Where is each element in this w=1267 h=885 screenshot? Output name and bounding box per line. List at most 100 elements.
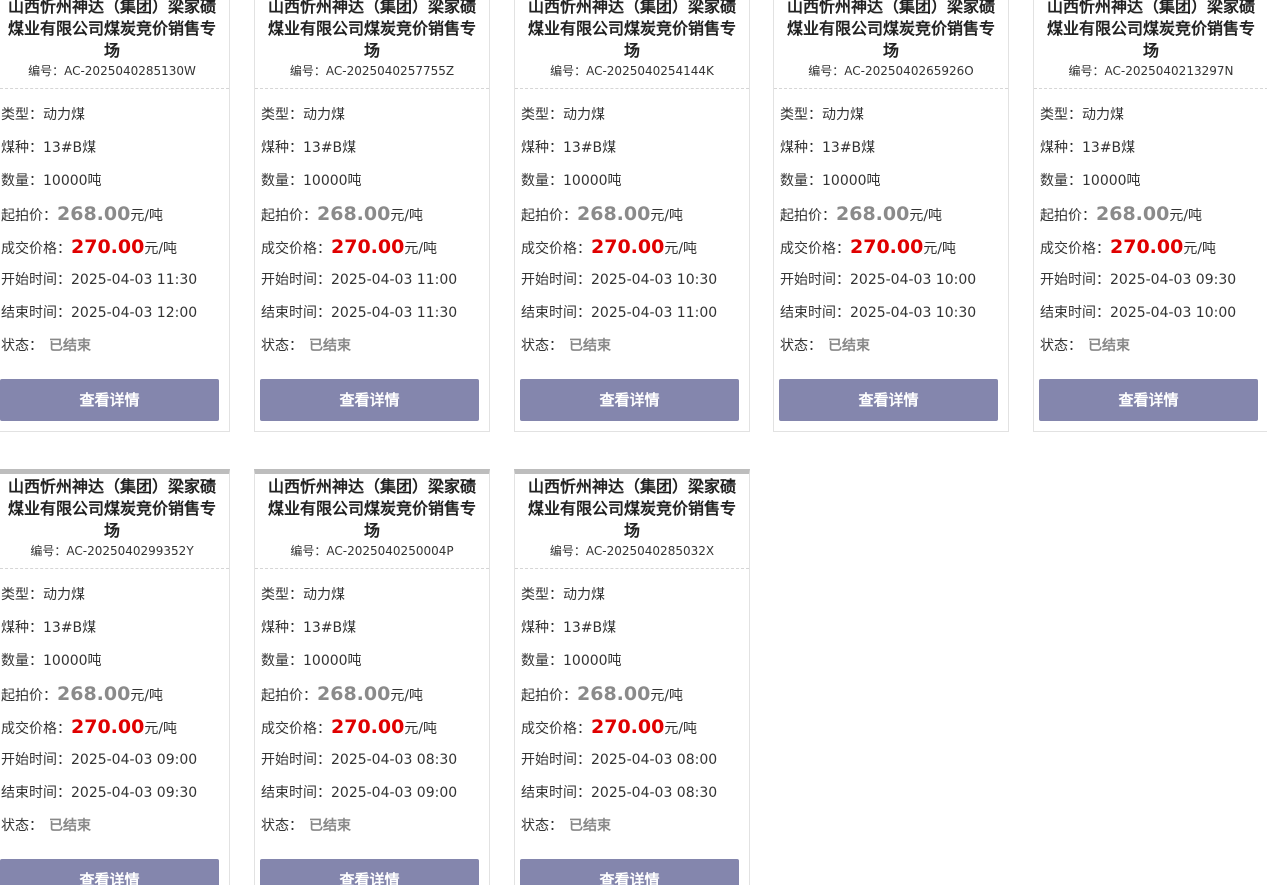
start-price-label: 起拍价： bbox=[1, 208, 57, 224]
code-label: 编号： bbox=[550, 64, 587, 78]
start-price-label: 起拍价： bbox=[1040, 208, 1096, 224]
quantity-value: 10000吨 bbox=[43, 653, 102, 669]
coal-kind-value: 13#B煤 bbox=[303, 620, 357, 636]
status-row: 状态： 已结束 bbox=[521, 330, 749, 363]
deal-price-label: 成交价格： bbox=[521, 721, 591, 737]
view-details-button[interactable]: 查看详情 bbox=[0, 859, 219, 885]
type-value: 动力煤 bbox=[43, 107, 85, 123]
deal-price-label: 成交价格： bbox=[261, 721, 331, 737]
start-price-row: 起拍价：268.00元/吨 bbox=[261, 198, 489, 231]
card-title[interactable]: 山西忻州神达（集团）梁家碛煤业有限公司煤炭竞价销售专场 bbox=[255, 474, 489, 542]
type-label: 类型： bbox=[1, 107, 43, 123]
status-row: 状态： 已结束 bbox=[521, 810, 749, 843]
type-value: 动力煤 bbox=[563, 587, 605, 603]
auction-card: 山西忻州神达（集团）梁家碛煤业有限公司煤炭竞价销售专场 编号：AC-202504… bbox=[254, 469, 490, 885]
start-time-label: 开始时间： bbox=[1, 272, 71, 288]
view-details-button[interactable]: 查看详情 bbox=[520, 379, 739, 421]
type-row: 类型：动力煤 bbox=[261, 579, 489, 612]
coal-kind-label: 煤种： bbox=[1, 140, 43, 156]
end-time-row: 结束时间：2025-04-03 09:00 bbox=[261, 777, 489, 810]
status-row: 状态： 已结束 bbox=[780, 330, 1008, 363]
card-title[interactable]: 山西忻州神达（集团）梁家碛煤业有限公司煤炭竞价销售专场 bbox=[515, 0, 749, 62]
view-details-button[interactable]: 查看详情 bbox=[1039, 379, 1258, 421]
code-value: AC-2025040213297N bbox=[1104, 64, 1234, 78]
start-price-label: 起拍价： bbox=[1, 688, 57, 704]
card-title[interactable]: 山西忻州神达（集团）梁家碛煤业有限公司煤炭竞价销售专场 bbox=[0, 0, 229, 62]
view-details-button[interactable]: 查看详情 bbox=[260, 859, 479, 885]
card-details: 类型：动力煤 煤种：13#B煤 数量：10000吨 起拍价：268.00元/吨 … bbox=[1034, 89, 1267, 363]
end-time-label: 结束时间： bbox=[1, 785, 71, 801]
start-price-row: 起拍价：268.00元/吨 bbox=[780, 198, 1008, 231]
start-time-value: 2025-04-03 10:30 bbox=[591, 272, 718, 288]
view-details-button[interactable]: 查看详情 bbox=[779, 379, 998, 421]
type-label: 类型： bbox=[1040, 107, 1082, 123]
deal-price-unit: 元/吨 bbox=[664, 721, 698, 737]
deal-price-label: 成交价格： bbox=[1, 721, 71, 737]
start-price-row: 起拍价：268.00元/吨 bbox=[1040, 198, 1267, 231]
type-row: 类型：动力煤 bbox=[1040, 99, 1267, 132]
quantity-label: 数量： bbox=[1, 173, 43, 189]
type-row: 类型：动力煤 bbox=[1, 579, 229, 612]
type-label: 类型： bbox=[780, 107, 822, 123]
status-row: 状态： 已结束 bbox=[1, 810, 229, 843]
deal-price-value: 270.00 bbox=[71, 236, 145, 258]
view-details-button[interactable]: 查看详情 bbox=[520, 859, 739, 885]
card-details: 类型：动力煤 煤种：13#B煤 数量：10000吨 起拍价：268.00元/吨 … bbox=[0, 89, 229, 363]
code-label: 编号： bbox=[1068, 64, 1105, 78]
view-details-button[interactable]: 查看详情 bbox=[0, 379, 219, 421]
quantity-value: 10000吨 bbox=[1082, 173, 1141, 189]
code-label: 编号： bbox=[30, 544, 67, 558]
deal-price-row: 成交价格：270.00元/吨 bbox=[261, 711, 489, 744]
card-title[interactable]: 山西忻州神达（集团）梁家碛煤业有限公司煤炭竞价销售专场 bbox=[1034, 0, 1267, 62]
code-label: 编号： bbox=[549, 544, 586, 558]
status-label: 状态： bbox=[1, 818, 43, 834]
view-details-button[interactable]: 查看详情 bbox=[260, 379, 479, 421]
start-price-label: 起拍价： bbox=[261, 688, 317, 704]
card-code: 编号：AC-2025040285130W bbox=[0, 62, 229, 89]
card-title[interactable]: 山西忻州神达（集团）梁家碛煤业有限公司煤炭竞价销售专场 bbox=[255, 0, 489, 62]
type-value: 动力煤 bbox=[303, 107, 345, 123]
card-code: 编号：AC-2025040299352Y bbox=[0, 542, 229, 569]
code-value: AC-2025040285130W bbox=[64, 64, 196, 78]
coal-kind-label: 煤种： bbox=[521, 620, 563, 636]
start-time-row: 开始时间：2025-04-03 11:30 bbox=[1, 264, 229, 297]
status-row: 状态： 已结束 bbox=[1, 330, 229, 363]
deal-price-row: 成交价格：270.00元/吨 bbox=[1, 711, 229, 744]
start-time-label: 开始时间： bbox=[261, 272, 331, 288]
coal-kind-value: 13#B煤 bbox=[303, 140, 357, 156]
start-price-label: 起拍价： bbox=[521, 208, 577, 224]
deal-price-row: 成交价格：270.00元/吨 bbox=[261, 231, 489, 264]
status-badge: 已结束 bbox=[569, 338, 611, 354]
start-time-value: 2025-04-03 11:00 bbox=[331, 272, 458, 288]
quantity-value: 10000吨 bbox=[563, 173, 622, 189]
type-label: 类型： bbox=[521, 587, 563, 603]
end-time-value: 2025-04-03 12:00 bbox=[71, 305, 198, 321]
quantity-label: 数量： bbox=[521, 653, 563, 669]
start-price-row: 起拍价：268.00元/吨 bbox=[1, 198, 229, 231]
card-code: 编号：AC-2025040285032X bbox=[515, 542, 749, 569]
deal-price-unit: 元/吨 bbox=[923, 241, 957, 257]
quantity-row: 数量：10000吨 bbox=[521, 645, 749, 678]
quantity-label: 数量： bbox=[261, 653, 303, 669]
coal-kind-label: 煤种： bbox=[1, 620, 43, 636]
coal-kind-row: 煤种：13#B煤 bbox=[1, 612, 229, 645]
code-value: AC-2025040254144K bbox=[586, 64, 714, 78]
card-title[interactable]: 山西忻州神达（集团）梁家碛煤业有限公司煤炭竞价销售专场 bbox=[774, 0, 1008, 62]
deal-price-value: 270.00 bbox=[591, 236, 665, 258]
end-time-row: 结束时间：2025-04-03 09:30 bbox=[1, 777, 229, 810]
start-time-value: 2025-04-03 10:00 bbox=[850, 272, 977, 288]
coal-kind-value: 13#B煤 bbox=[1082, 140, 1136, 156]
start-price-value: 268.00 bbox=[317, 683, 391, 705]
end-time-value: 2025-04-03 08:30 bbox=[591, 785, 718, 801]
card-title[interactable]: 山西忻州神达（集团）梁家碛煤业有限公司煤炭竞价销售专场 bbox=[0, 474, 229, 542]
end-time-label: 结束时间： bbox=[780, 305, 850, 321]
card-title[interactable]: 山西忻州神达（集团）梁家碛煤业有限公司煤炭竞价销售专场 bbox=[515, 474, 749, 542]
coal-kind-label: 煤种： bbox=[780, 140, 822, 156]
deal-price-value: 270.00 bbox=[850, 236, 924, 258]
deal-price-label: 成交价格： bbox=[780, 241, 850, 257]
status-row: 状态： 已结束 bbox=[261, 810, 489, 843]
start-price-label: 起拍价： bbox=[780, 208, 836, 224]
start-time-row: 开始时间：2025-04-03 08:30 bbox=[261, 744, 489, 777]
status-badge: 已结束 bbox=[309, 818, 351, 834]
type-row: 类型：动力煤 bbox=[521, 99, 749, 132]
